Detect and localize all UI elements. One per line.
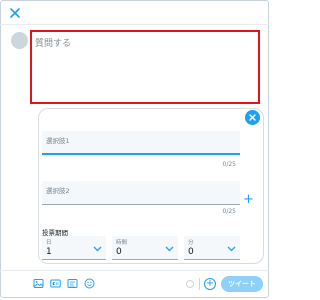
tweet-button[interactable]: ツイート xyxy=(221,276,263,292)
choice-2-placeholder: 選択肢2 xyxy=(46,187,70,195)
avatar xyxy=(11,32,28,49)
toolbar-separator xyxy=(199,278,200,290)
choice-2-counter: 0/25 xyxy=(222,208,236,215)
image-icon[interactable] xyxy=(33,278,44,289)
chevron-down-icon xyxy=(227,246,236,252)
add-choice-button[interactable]: + xyxy=(243,193,254,206)
hours-value: 0 xyxy=(116,247,122,257)
hours-label: 時間 xyxy=(116,240,128,246)
gif-icon[interactable] xyxy=(50,278,61,289)
add-tweet-button[interactable]: + xyxy=(204,278,216,290)
tweet-placeholder: 質問する xyxy=(35,39,72,49)
choice-1-counter: 0/25 xyxy=(222,161,236,168)
poll-hours-select[interactable]: 時間 0 xyxy=(112,236,178,260)
choice-1-placeholder: 選択肢1 xyxy=(46,137,70,145)
days-value: 1 xyxy=(46,247,52,257)
header-divider xyxy=(0,24,269,25)
poll-choice-2-input[interactable]: 選択肢2 xyxy=(42,181,240,205)
poll-minutes-select[interactable]: 分 0 xyxy=(184,236,240,260)
chevron-down-icon xyxy=(165,246,174,252)
tweet-text-input[interactable]: 質問する xyxy=(30,30,260,104)
days-label: 日 xyxy=(46,240,52,246)
chevron-down-icon xyxy=(93,246,102,252)
footer-divider xyxy=(0,270,269,271)
poll-days-select[interactable]: 日 1 xyxy=(42,236,106,260)
poll-icon[interactable] xyxy=(67,278,78,289)
poll-choice-1-input[interactable]: 選択肢1 xyxy=(42,131,240,155)
character-count-ring xyxy=(186,280,194,288)
emoji-icon[interactable] xyxy=(84,278,95,289)
minutes-label: 分 xyxy=(188,240,194,246)
minutes-value: 0 xyxy=(188,247,194,257)
remove-poll-icon[interactable] xyxy=(245,110,260,125)
close-icon[interactable] xyxy=(9,7,21,19)
